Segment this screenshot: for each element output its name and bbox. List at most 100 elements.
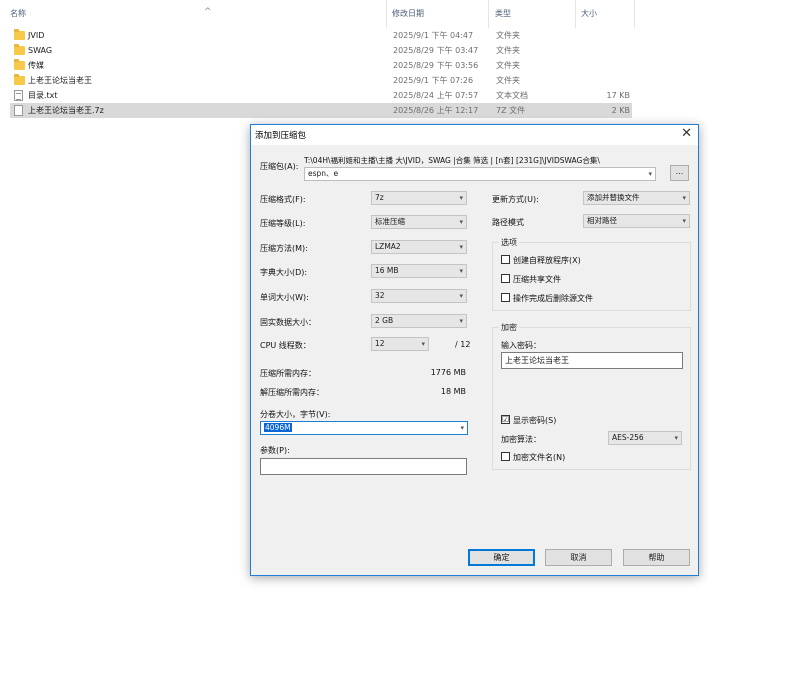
- shared-label: 压缩共享文件: [513, 275, 561, 284]
- password-label: 输入密码：: [501, 341, 541, 350]
- file-date: 2025/9/1 下午 07:26: [393, 76, 474, 85]
- params-input[interactable]: [260, 458, 467, 475]
- path-mode-select[interactable]: 相对路径 ▾: [583, 214, 690, 228]
- encryption-title: 加密: [499, 322, 519, 333]
- file-name: 目录.txt: [28, 91, 58, 100]
- file-row[interactable]: 传媒 2025/8/29 下午 03:56 文件夹: [10, 58, 632, 73]
- chevron-down-icon: ▾: [648, 170, 652, 178]
- archive-label: 压缩包(A):: [260, 162, 299, 171]
- show-password-label: 显示密码(S): [513, 416, 557, 425]
- column-header-size[interactable]: 大小: [581, 0, 635, 28]
- cancel-button[interactable]: 取消: [545, 549, 612, 566]
- folder-icon: [14, 44, 25, 55]
- ok-button[interactable]: 确定: [468, 549, 535, 566]
- cpu-total: / 12: [455, 340, 471, 349]
- level-label: 压缩等级(L):: [260, 219, 306, 228]
- dict-label: 字典大小(D):: [260, 268, 308, 277]
- password-input[interactable]: 上老王论坛当老王: [501, 352, 683, 369]
- text-file-icon: [14, 90, 23, 101]
- volume-label: 分卷大小，字节(V):: [260, 410, 331, 419]
- file-date: 2025/8/29 下午 03:56: [393, 61, 479, 70]
- chevron-down-icon: ▾: [459, 267, 463, 275]
- folder-icon: [14, 59, 25, 70]
- file-type: 文件夹: [496, 61, 520, 70]
- mem-compress-value: 1776 MB: [430, 368, 466, 377]
- column-header-type[interactable]: 类型: [495, 0, 576, 28]
- file-type: 文件夹: [496, 76, 520, 85]
- chevron-down-icon: ▾: [460, 424, 464, 432]
- solid-select[interactable]: 2 GB ▾: [371, 314, 467, 328]
- archive-path: T:\04H\福利姬和主播\主播 大\JVID，SWAG |合集 筛选 | [n…: [304, 156, 600, 165]
- mem-compress-label: 压缩所需内存：: [260, 369, 316, 378]
- cpu-label: CPU 线程数：: [260, 341, 311, 350]
- file-name: 上老王论坛当老王.7z: [28, 106, 104, 115]
- column-header-name[interactable]: 名称 ^: [10, 0, 387, 28]
- volume-size-input[interactable]: 4096M ▾: [260, 421, 468, 435]
- file-row[interactable]: 上老王论坛当老王.7z 2025/8/26 上午 12:17 7Z 文件 2 KB: [10, 103, 632, 118]
- encrypt-method-select[interactable]: AES-256 ▾: [608, 431, 682, 445]
- method-label: 压缩方法(M):: [260, 244, 308, 253]
- chevron-down-icon: ▾: [421, 340, 425, 348]
- sfx-checkbox[interactable]: [501, 255, 510, 264]
- browse-button[interactable]: ...: [670, 165, 689, 181]
- update-label: 更新方式(U):: [492, 195, 539, 204]
- file-name: 传媒: [28, 61, 44, 70]
- file-name: JVID: [28, 31, 45, 40]
- file-name: 上老王论坛当老王: [28, 76, 92, 85]
- dict-select[interactable]: 16 MB ▾: [371, 264, 467, 278]
- file-explorer: 名称 ^ 修改日期 类型 大小 JVID 2025/9/1 下午 04:47 文件夹…: [0, 0, 800, 125]
- file-date: 2025/8/24 上午 07:57: [393, 91, 479, 100]
- file-row[interactable]: SWAG 2025/8/29 下午 03:47 文件夹: [10, 43, 632, 58]
- shared-checkbox[interactable]: [501, 274, 510, 283]
- dialog-title: 添加到压缩包: [255, 131, 307, 141]
- method-select[interactable]: LZMA2 ▾: [371, 240, 467, 254]
- update-select[interactable]: 添加并替换文件 ▾: [583, 191, 690, 205]
- solid-label: 固实数据大小：: [260, 318, 316, 327]
- folder-icon: [14, 29, 25, 40]
- folder-icon: [14, 74, 25, 85]
- chevron-down-icon: ▾: [674, 434, 678, 442]
- file-date: 2025/9/1 下午 04:47: [393, 31, 474, 40]
- file-size: 17 KB: [606, 91, 630, 100]
- chevron-down-icon: ▾: [459, 243, 463, 251]
- chevron-down-icon: ▾: [459, 218, 463, 226]
- file-type: 7Z 文件: [496, 106, 526, 115]
- word-select[interactable]: 32 ▾: [371, 289, 467, 303]
- chevron-down-icon: ▾: [459, 292, 463, 300]
- help-button[interactable]: 帮助: [623, 549, 690, 566]
- chevron-down-icon: ▾: [459, 194, 463, 202]
- archive-file-icon: [14, 105, 23, 116]
- file-date: 2025/8/29 下午 03:47: [393, 46, 479, 55]
- params-label: 参数(P):: [260, 446, 290, 455]
- close-icon[interactable]: ✕: [681, 126, 692, 141]
- mem-decompress-label: 解压缩所需内存：: [260, 388, 324, 397]
- format-select[interactable]: 7z ▾: [371, 191, 467, 205]
- chevron-down-icon: ▾: [682, 217, 686, 225]
- add-to-archive-dialog: 添加到压缩包 ✕ 压缩包(A): T:\04H\福利姬和主播\主播 大\JVID…: [250, 124, 699, 576]
- mem-decompress-value: 18 MB: [440, 387, 466, 396]
- archive-name-input[interactable]: espn、e ▾: [304, 167, 656, 181]
- encrypt-method-label: 加密算法：: [501, 435, 541, 444]
- delete-source-checkbox[interactable]: [501, 293, 510, 302]
- file-size: 2 KB: [611, 106, 630, 115]
- chevron-down-icon: ▾: [459, 317, 463, 325]
- file-row[interactable]: 目录.txt 2025/8/24 上午 07:57 文本文档 17 KB: [10, 88, 632, 103]
- cpu-select[interactable]: 12 ▾: [371, 337, 429, 351]
- sfx-label: 创建自释放程序(X): [513, 256, 581, 265]
- file-name: SWAG: [28, 46, 53, 55]
- chevron-down-icon: ▾: [682, 194, 686, 202]
- delete-source-label: 操作完成后删除源文件: [513, 294, 593, 303]
- file-type: 文本文档: [496, 91, 528, 100]
- sort-up-icon: ^: [204, 7, 212, 17]
- file-date: 2025/8/26 上午 12:17: [393, 106, 479, 115]
- column-header-date[interactable]: 修改日期: [392, 0, 489, 28]
- dialog-titlebar[interactable]: 添加到压缩包 ✕: [251, 125, 698, 145]
- show-password-checkbox[interactable]: ☑: [501, 415, 510, 424]
- encrypt-names-checkbox[interactable]: [501, 452, 510, 461]
- level-select[interactable]: 标准压缩 ▾: [371, 215, 467, 229]
- file-type: 文件夹: [496, 46, 520, 55]
- word-label: 单词大小(W):: [260, 293, 309, 302]
- file-row[interactable]: 上老王论坛当老王 2025/9/1 下午 07:26 文件夹: [10, 73, 632, 88]
- file-row[interactable]: JVID 2025/9/1 下午 04:47 文件夹: [10, 28, 632, 43]
- file-type: 文件夹: [496, 31, 520, 40]
